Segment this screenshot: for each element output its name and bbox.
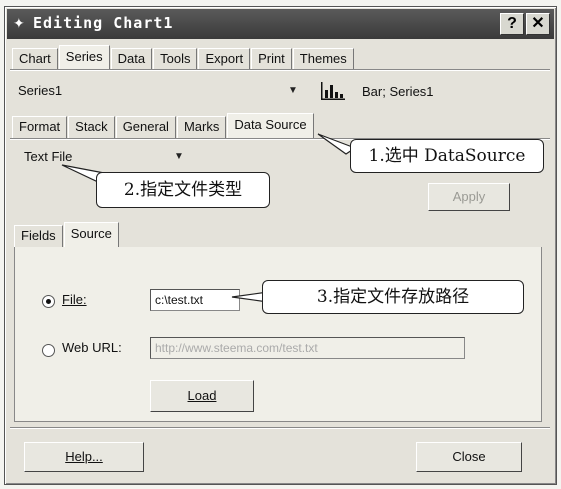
title-bar[interactable]: ✦ Editing Chart1 ? ✕ (7, 9, 554, 39)
tab-fields[interactable]: Fields (14, 225, 63, 247)
load-button[interactable]: Load (150, 380, 254, 412)
callout-select-datasource: 1.选中 DataSource (350, 139, 544, 173)
subtab-general[interactable]: General (115, 116, 176, 138)
file-path-input[interactable]: c:\test.txt (150, 289, 240, 311)
help-button[interactable]: Help... (24, 442, 144, 472)
series-select[interactable]: Series1 (14, 80, 304, 102)
main-tab-divider (10, 69, 550, 71)
bar-chart-icon (320, 80, 346, 102)
subtab-stack[interactable]: Stack (68, 116, 115, 138)
web-url-radio[interactable] (42, 344, 55, 357)
chart-app-icon: ✦ (13, 15, 25, 31)
source-type-select[interactable]: Text File (20, 146, 190, 168)
chevron-down-icon[interactable]: ▼ (170, 148, 188, 166)
series-sub-tab-strip: Format Stack General Marks Data Source (12, 113, 315, 138)
source-tab-strip: Fields Source (14, 222, 120, 247)
tab-data[interactable]: Data (110, 48, 153, 70)
tab-chart[interactable]: Chart (12, 48, 58, 70)
series-info-text: Bar; Series1 (362, 84, 434, 99)
file-radio[interactable] (42, 295, 55, 308)
window-title: Editing Chart1 (33, 14, 174, 32)
help-title-button[interactable]: ? (500, 13, 524, 35)
callout-file-type: 2.指定文件类型 (96, 172, 270, 208)
web-url-input[interactable]: http://www.steema.com/test.txt (150, 337, 465, 359)
file-label: File: (62, 292, 87, 307)
chevron-down-icon[interactable]: ▼ (284, 82, 302, 100)
subtab-data-source[interactable]: Data Source (227, 113, 314, 138)
apply-button[interactable]: Apply (428, 183, 510, 211)
tab-print[interactable]: Print (251, 48, 292, 70)
tab-tools[interactable]: Tools (153, 48, 198, 70)
tab-series[interactable]: Series (58, 45, 110, 70)
tab-source[interactable]: Source (63, 222, 119, 247)
main-tab-strip: Chart Series Data Tools Export Print The… (12, 45, 355, 70)
bottom-divider (10, 427, 550, 429)
close-title-button[interactable]: ✕ (526, 13, 550, 35)
subtab-marks[interactable]: Marks (176, 116, 227, 138)
source-panel (14, 247, 542, 422)
tab-themes[interactable]: Themes (292, 48, 354, 70)
callout-file-path: 3.指定文件存放路径 (262, 280, 524, 314)
tab-export[interactable]: Export (198, 48, 251, 70)
web-url-label: Web URL: (62, 340, 122, 355)
close-button[interactable]: Close (416, 442, 522, 472)
subtab-format[interactable]: Format (12, 116, 68, 138)
